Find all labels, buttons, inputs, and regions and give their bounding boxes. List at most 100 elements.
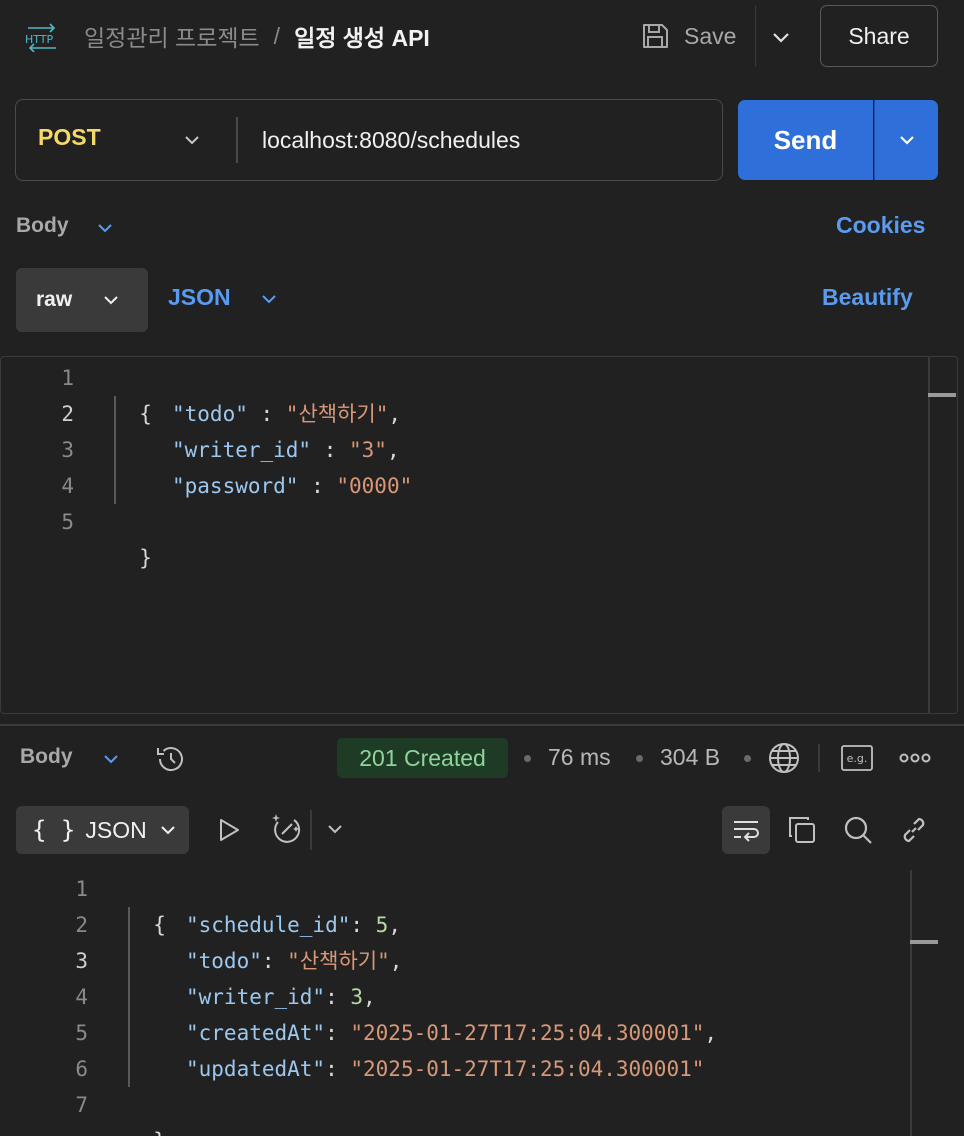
method-chevron-down-icon[interactable]: [180, 128, 204, 152]
code-line: "updatedAt": "2025-01-27T17:25:04.300001…: [186, 1051, 704, 1087]
code-brace: {: [153, 913, 166, 937]
chevron-down-icon: [157, 819, 179, 841]
json-value: "산책하기": [287, 949, 390, 973]
json-value: 3: [350, 985, 364, 1009]
code-line: }: [128, 1087, 166, 1136]
meta-separator-dot: [744, 755, 751, 762]
json-comma: ,: [704, 1021, 718, 1045]
request-editor-scrollbar[interactable]: [928, 357, 930, 713]
code-line: "createdAt": "2025-01-27T17:25:04.300001…: [186, 1015, 717, 1051]
request-body-tab[interactable]: Body: [16, 214, 69, 238]
beautify-button[interactable]: Beautify: [822, 284, 913, 311]
json-key: "createdAt": [186, 1021, 326, 1045]
response-time[interactable]: 76 ms: [548, 744, 611, 771]
more-options-icon[interactable]: [898, 748, 932, 768]
json-value: "3": [349, 438, 387, 462]
play-icon[interactable]: [216, 816, 242, 844]
chevron-down-icon: [895, 128, 919, 152]
visualize-chevron-down-icon[interactable]: [324, 818, 346, 840]
response-body-chevron-down-icon[interactable]: [100, 748, 122, 770]
body-mode-select[interactable]: raw: [16, 268, 148, 332]
response-editor-scrollbar[interactable]: [910, 870, 912, 1136]
json-separator: :: [325, 985, 351, 1009]
breadcrumb-separator: /: [273, 22, 281, 49]
line-number: 4: [75, 985, 88, 1009]
code-line: "writer_id" : "3",: [172, 432, 400, 468]
json-value: "2025-01-27T17:25:04.300001": [350, 1021, 705, 1045]
meta-divider: [818, 744, 820, 772]
line-number: 4: [61, 474, 74, 498]
json-separator: :: [298, 474, 337, 498]
url-input[interactable]: [262, 122, 702, 158]
line-number: 1: [75, 877, 88, 901]
wrap-text-icon: [731, 816, 761, 844]
visualize-divider: [310, 810, 312, 850]
code-line: "todo": "산책하기",: [186, 943, 402, 979]
code-line: {: [114, 360, 152, 426]
wrap-lines-button[interactable]: [722, 806, 770, 854]
line-number: 2: [61, 402, 74, 426]
share-button[interactable]: Share: [820, 5, 938, 67]
save-as-example-icon[interactable]: e.g.: [840, 744, 874, 772]
copy-icon[interactable]: [786, 814, 818, 846]
link-icon[interactable]: [898, 814, 930, 846]
json-key: "schedule_id": [186, 913, 351, 937]
response-format-label: JSON: [85, 816, 147, 843]
code-line: "writer_id": 3,: [186, 979, 376, 1015]
svg-text:HTTP: HTTP: [25, 33, 54, 46]
json-key: "updatedAt": [186, 1057, 326, 1081]
request-body-chevron-down-icon[interactable]: [94, 217, 116, 239]
line-number: 7: [75, 1093, 88, 1117]
send-options-button[interactable]: [874, 100, 938, 180]
send-button[interactable]: Send: [738, 100, 873, 180]
meta-separator-dot: [524, 755, 531, 762]
json-braces-icon: { }: [32, 816, 76, 844]
response-format-select[interactable]: { } JSON: [16, 806, 189, 854]
json-value: "0000": [336, 474, 413, 498]
json-separator: :: [325, 1021, 351, 1045]
floppy-disk-icon: [640, 21, 670, 51]
body-language-chevron-down-icon[interactable]: [258, 288, 280, 310]
code-line: "password" : "0000": [172, 468, 412, 504]
save-button[interactable]: Save: [640, 16, 752, 56]
save-label: Save: [684, 22, 737, 49]
method-select[interactable]: POST: [38, 124, 101, 151]
json-key: "todo": [186, 949, 262, 973]
line-number: 1: [61, 366, 74, 390]
meta-separator-dot: [636, 755, 643, 762]
history-icon[interactable]: [154, 742, 188, 776]
json-key: "todo": [172, 402, 248, 426]
line-number: 2: [75, 913, 88, 937]
json-separator: :: [325, 1057, 351, 1081]
breadcrumb-collection[interactable]: 일정관리 프로젝트: [84, 19, 260, 53]
body-language-select[interactable]: JSON: [168, 284, 231, 311]
line-number: 6: [75, 1057, 88, 1081]
globe-icon[interactable]: [766, 740, 802, 776]
json-value: 5: [375, 913, 389, 937]
code-brace: {: [139, 402, 152, 426]
response-size[interactable]: 304 B: [660, 744, 720, 771]
json-value: "2025-01-27T17:25:04.300001": [350, 1057, 705, 1081]
json-key: "writer_id": [172, 438, 312, 462]
save-divider: [755, 6, 756, 66]
response-divider[interactable]: [0, 724, 964, 726]
json-value: "산책하기": [285, 402, 389, 426]
request-title[interactable]: 일정 생성 API: [294, 19, 430, 53]
json-comma: ,: [386, 438, 400, 462]
request-editor-scroll-thumb[interactable]: [928, 393, 956, 397]
cookies-link[interactable]: Cookies: [836, 212, 925, 239]
search-icon[interactable]: [842, 814, 874, 846]
code-line: "schedule_id": 5,: [186, 907, 401, 943]
http-icon: HTTP: [24, 22, 60, 52]
response-body-tab[interactable]: Body: [20, 745, 73, 769]
json-comma: ,: [388, 402, 402, 426]
response-editor-scroll-thumb[interactable]: [910, 940, 938, 944]
json-comma: ,: [388, 913, 401, 937]
json-separator: :: [311, 438, 350, 462]
json-separator: :: [350, 913, 376, 937]
url-divider: [236, 117, 238, 163]
status-badge[interactable]: 201 Created: [337, 738, 508, 778]
visualize-sparkle-icon[interactable]: [268, 812, 304, 848]
line-number: 3: [75, 949, 88, 973]
save-options-chevron-down-icon[interactable]: [768, 24, 794, 50]
